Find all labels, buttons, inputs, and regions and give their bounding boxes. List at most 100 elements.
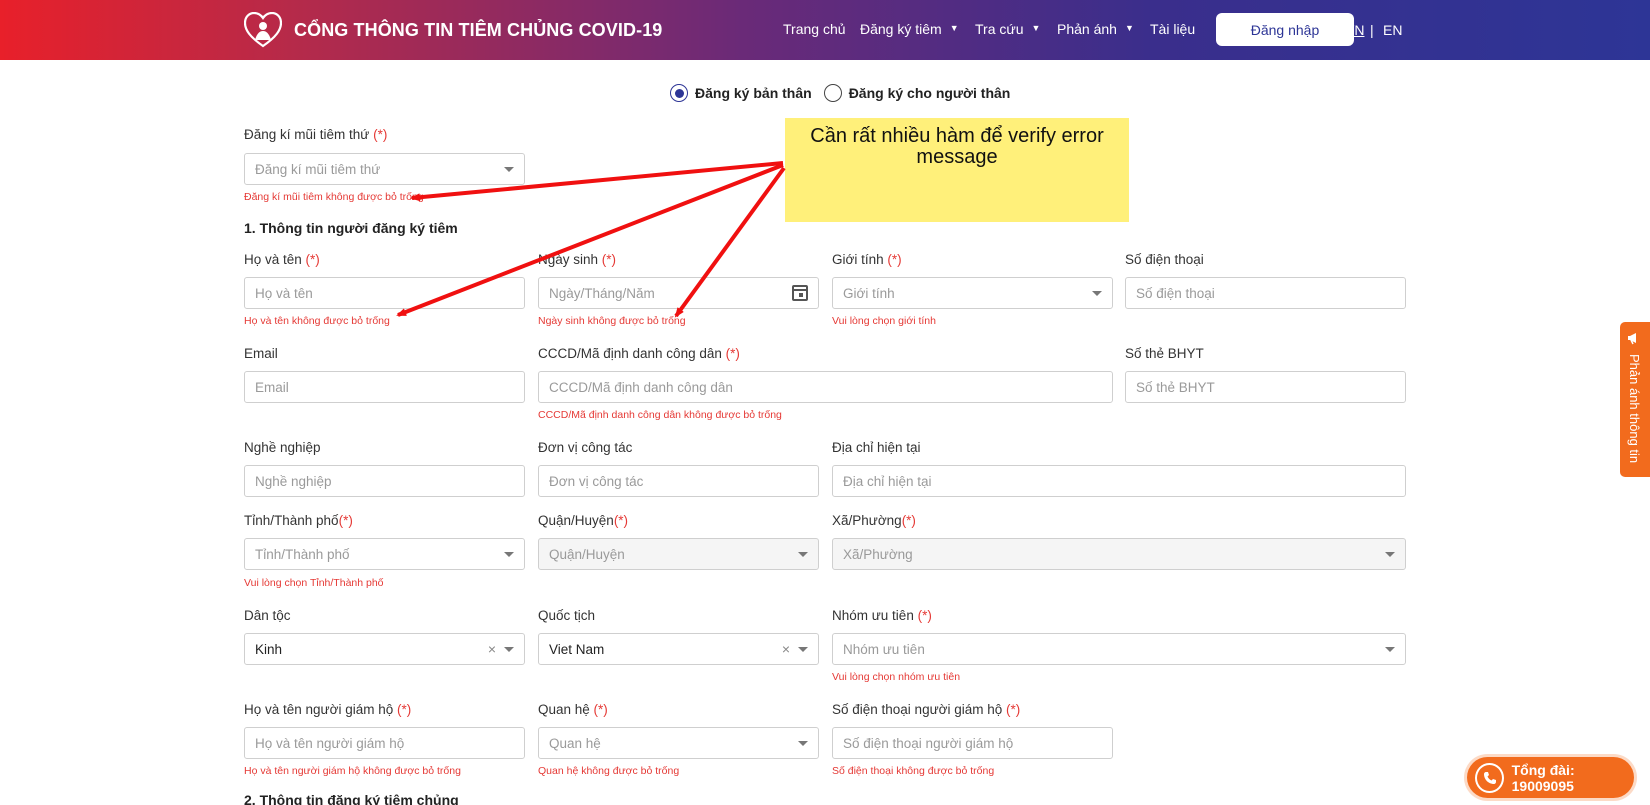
cccd-label-text: CCCD/Mã định danh công dân bbox=[538, 346, 726, 361]
phone-placeholder: Số điện thoại bbox=[1136, 285, 1215, 301]
fullname-label-text: Họ và tên bbox=[244, 252, 306, 267]
phone-input[interactable]: Số điện thoại bbox=[1125, 277, 1406, 309]
district-select[interactable]: Quận/Huyện bbox=[538, 538, 819, 570]
clear-icon[interactable]: × bbox=[782, 641, 790, 657]
cccd-label: CCCD/Mã định danh công dân (*) bbox=[538, 346, 740, 361]
job-placeholder: Nghề nghiệp bbox=[255, 473, 332, 489]
ethnicity-select[interactable]: Kinh × bbox=[244, 633, 525, 665]
guardian-phone-label-text: Số điện thoại người giám hộ bbox=[832, 702, 1006, 717]
nav-register[interactable]: Đăng ký tiêm ▼ bbox=[860, 21, 959, 37]
district-placeholder: Quận/Huyện bbox=[549, 546, 625, 562]
feedback-side-label: Phản ánh thông tin bbox=[1627, 354, 1642, 464]
login-button[interactable]: Đăng nhập bbox=[1216, 13, 1354, 46]
priority-label: Nhóm ưu tiên (*) bbox=[832, 608, 932, 623]
guardian-phone-error: Số điện thoại không được bỏ trống bbox=[832, 765, 995, 777]
chevron-down-icon: ▼ bbox=[1031, 23, 1041, 33]
job-label: Nghề nghiệp bbox=[244, 440, 321, 455]
required-mark: (*) bbox=[373, 127, 388, 142]
caret-down-icon bbox=[504, 647, 514, 652]
dob-error: Ngày sinh không được bỏ trống bbox=[538, 315, 686, 327]
lang-vn-link[interactable]: VN bbox=[1345, 22, 1364, 38]
relation-placeholder: Quan hệ bbox=[549, 735, 601, 751]
email-input[interactable]: Email bbox=[244, 371, 525, 403]
lang-en-link[interactable]: EN bbox=[1383, 22, 1402, 38]
dose-placeholder: Đăng kí mũi tiêm thứ bbox=[255, 161, 381, 177]
caret-down-icon bbox=[1092, 291, 1102, 296]
nav-home[interactable]: Trang chủ bbox=[783, 21, 846, 37]
bhyt-input[interactable]: Số thẻ BHYT bbox=[1125, 371, 1406, 403]
bhyt-placeholder: Số thẻ BHYT bbox=[1136, 379, 1215, 395]
nationality-select[interactable]: Viet Nam × bbox=[538, 633, 819, 665]
cccd-placeholder: CCCD/Mã định danh công dân bbox=[549, 379, 733, 395]
required-mark: (*) bbox=[1006, 702, 1021, 717]
fullname-input[interactable]: Họ và tên bbox=[244, 277, 525, 309]
priority-select[interactable]: Nhóm ưu tiên bbox=[832, 633, 1406, 665]
gender-label: Giới tính (*) bbox=[832, 252, 902, 267]
calendar-icon[interactable] bbox=[792, 285, 808, 301]
cccd-error: CCCD/Mã định danh công dân không được bỏ… bbox=[538, 409, 782, 421]
job-input[interactable]: Nghề nghiệp bbox=[244, 465, 525, 497]
guardian-name-placeholder: Họ và tên người giám hộ bbox=[255, 735, 405, 751]
email-placeholder: Email bbox=[255, 379, 289, 395]
guardian-phone-label: Số điện thoại người giám hộ (*) bbox=[832, 702, 1020, 717]
nav-docs[interactable]: Tài liệu bbox=[1150, 21, 1195, 37]
fullname-label: Họ và tên (*) bbox=[244, 252, 320, 267]
caret-down-icon bbox=[1385, 552, 1395, 557]
dose-label: Đăng kí mũi tiêm thứ (*) bbox=[244, 127, 387, 142]
guardian-name-error: Họ và tên người giám hộ không được bỏ tr… bbox=[244, 765, 461, 777]
dob-input[interactable]: Ngày/Tháng/Năm bbox=[538, 277, 819, 309]
nationality-label: Quốc tịch bbox=[538, 608, 596, 623]
priority-label-text: Nhóm ưu tiên bbox=[832, 608, 918, 623]
annotation-note: Cần rất nhiều hàm để verify error messag… bbox=[785, 118, 1129, 222]
dob-label: Ngày sinh (*) bbox=[538, 252, 616, 267]
guardian-phone-input[interactable]: Số điện thoại người giám hộ bbox=[832, 727, 1113, 759]
clear-icon[interactable]: × bbox=[488, 641, 496, 657]
required-mark: (*) bbox=[593, 702, 608, 717]
ethnicity-value: Kinh bbox=[255, 641, 283, 657]
nav-lookup[interactable]: Tra cứu ▼ bbox=[975, 21, 1040, 37]
relation-select[interactable]: Quan hệ bbox=[538, 727, 819, 759]
radio-relative-label[interactable]: Đăng ký cho người thân bbox=[849, 85, 1011, 101]
ward-select[interactable]: Xã/Phường bbox=[832, 538, 1406, 570]
province-label: Tỉnh/Thành phố(*) bbox=[244, 513, 353, 528]
registration-type-radios: Đăng ký bản thân Đăng ký cho người thân bbox=[670, 84, 1022, 102]
heart-logo-icon[interactable] bbox=[244, 12, 282, 48]
dose-error: Đăng kí mũi tiêm không được bỏ trống bbox=[244, 191, 424, 203]
address-input[interactable]: Địa chỉ hiện tại bbox=[832, 465, 1406, 497]
chevron-down-icon: ▼ bbox=[1124, 23, 1134, 33]
province-select[interactable]: Tỉnh/Thành phố bbox=[244, 538, 525, 570]
required-mark: (*) bbox=[338, 513, 353, 528]
workplace-input[interactable]: Đơn vị công tác bbox=[538, 465, 819, 497]
megaphone-icon bbox=[1628, 333, 1636, 345]
hotline-button[interactable]: Tổng đài: 19009095 bbox=[1467, 757, 1634, 798]
bhyt-label: Số thẻ BHYT bbox=[1125, 346, 1204, 361]
ward-placeholder: Xã/Phường bbox=[843, 546, 913, 562]
radio-relative[interactable] bbox=[823, 84, 842, 102]
top-header: CỔNG THÔNG TIN TIÊM CHỦNG COVID-19 Trang… bbox=[0, 0, 1650, 60]
guardian-name-input[interactable]: Họ và tên người giám hộ bbox=[244, 727, 525, 759]
site-title[interactable]: CỔNG THÔNG TIN TIÊM CHỦNG COVID-19 bbox=[294, 20, 662, 41]
nationality-value: Viet Nam bbox=[549, 641, 605, 657]
relation-label: Quan hệ (*) bbox=[538, 702, 608, 717]
caret-down-icon bbox=[504, 552, 514, 557]
chevron-down-icon: ▼ bbox=[949, 23, 959, 33]
feedback-side-tab[interactable]: Phản ánh thông tin bbox=[1620, 322, 1650, 477]
district-label-text: Quận/Huyện bbox=[538, 513, 614, 528]
gender-placeholder: Giới tính bbox=[843, 285, 895, 301]
radio-self[interactable] bbox=[670, 84, 688, 102]
cccd-input[interactable]: CCCD/Mã định danh công dân bbox=[538, 371, 1113, 403]
nav-feedback[interactable]: Phản ánh ▼ bbox=[1057, 21, 1134, 37]
relation-label-text: Quan hệ bbox=[538, 702, 594, 717]
fullname-placeholder: Họ và tên bbox=[255, 285, 313, 301]
gender-select[interactable]: Giới tính bbox=[832, 277, 1113, 309]
hotline-label: Tổng đài: 19009095 bbox=[1511, 761, 1575, 794]
nav-lookup-label: Tra cứu bbox=[975, 21, 1024, 37]
required-mark: (*) bbox=[305, 252, 320, 267]
dose-select[interactable]: Đăng kí mũi tiêm thứ bbox=[244, 153, 525, 185]
phone-label: Số điện thoại bbox=[1125, 252, 1204, 267]
radio-self-label[interactable]: Đăng ký bản thân bbox=[695, 85, 812, 101]
nav-docs-label: Tài liệu bbox=[1150, 21, 1196, 37]
province-placeholder: Tỉnh/Thành phố bbox=[255, 546, 350, 562]
address-label: Địa chỉ hiện tại bbox=[832, 440, 921, 455]
caret-down-icon bbox=[1385, 647, 1395, 652]
